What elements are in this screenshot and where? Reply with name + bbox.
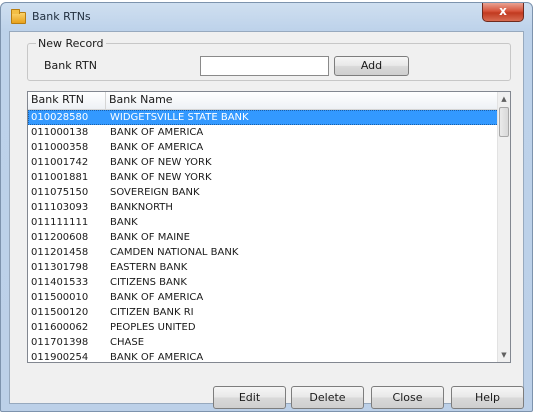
bank-rtn-list[interactable]: Bank RTN Bank Name 010028580 WIDGETSVILLE… bbox=[27, 91, 511, 363]
add-button[interactable]: Add bbox=[334, 56, 409, 76]
bank-name-cell: CITIZENS BANK bbox=[110, 277, 187, 288]
table-row[interactable]: 010028580 WIDGETSVILLE STATE BANK bbox=[28, 110, 499, 125]
new-record-legend: New Record bbox=[36, 37, 106, 50]
bank-name-cell: CAMDEN NATIONAL BANK bbox=[110, 247, 239, 258]
bank-rtns-window: Bank RTNs x New Record Bank RTN Add Bank… bbox=[0, 2, 533, 412]
window-title: Bank RTNs bbox=[32, 10, 91, 23]
bank-rtn-cell: 011111111 bbox=[31, 217, 89, 228]
table-row[interactable]: 011103093 BANKNORTH bbox=[28, 200, 499, 215]
table-row[interactable]: 011001742 BANK OF NEW YORK bbox=[28, 155, 499, 170]
bank-rtn-cell: 011401533 bbox=[31, 277, 89, 288]
bank-name-cell: BANK bbox=[110, 217, 138, 228]
window-close-button[interactable]: x bbox=[482, 3, 524, 22]
edit-button[interactable]: Edit bbox=[213, 386, 286, 409]
scroll-up-icon[interactable]: ▲ bbox=[498, 92, 510, 106]
delete-button[interactable]: Delete bbox=[291, 386, 364, 409]
bank-rtn-cell: 011001881 bbox=[31, 172, 89, 183]
title-bar[interactable]: Bank RTNs x bbox=[1, 3, 532, 31]
help-button[interactable]: Help bbox=[451, 386, 524, 409]
table-row[interactable]: 011401533 CITIZENS BANK bbox=[28, 275, 499, 290]
vertical-scrollbar[interactable]: ▲ ▼ bbox=[497, 92, 510, 362]
table-row[interactable]: 011301798 EASTERN BANK bbox=[28, 260, 499, 275]
bank-name-cell: BANK OF AMERICA bbox=[110, 352, 204, 363]
bank-rtn-cell: 011600062 bbox=[31, 322, 89, 333]
bank-name-cell: BANK OF AMERICA bbox=[110, 292, 204, 303]
scroll-down-icon[interactable]: ▼ bbox=[498, 348, 510, 362]
table-row[interactable]: 011000358 BANK OF AMERICA bbox=[28, 140, 499, 155]
bank-name-cell: CITIZEN BANK RI bbox=[110, 307, 194, 318]
bank-name-cell: PEOPLES UNITED bbox=[110, 322, 196, 333]
table-row[interactable]: 011075150 SOVEREIGN BANK bbox=[28, 185, 499, 200]
table-row[interactable]: 011701398 CHASE bbox=[28, 335, 499, 350]
table-row[interactable]: 011201458 CAMDEN NATIONAL BANK bbox=[28, 245, 499, 260]
column-header-bank-name[interactable]: Bank Name bbox=[106, 92, 499, 109]
bank-rtn-cell: 011000138 bbox=[31, 127, 89, 138]
bank-rtn-cell: 011701398 bbox=[31, 337, 89, 348]
bank-rtn-cell: 011075150 bbox=[31, 187, 89, 198]
bank-rtn-cell: 011900254 bbox=[31, 352, 89, 363]
close-button[interactable]: Close bbox=[371, 386, 444, 409]
table-row[interactable]: 011001881 BANK OF NEW YORK bbox=[28, 170, 499, 185]
table-row[interactable]: 011200608 BANK OF MAINE bbox=[28, 230, 499, 245]
bank-name-cell: BANK OF MAINE bbox=[110, 232, 190, 243]
bank-rtn-cell: 010028580 bbox=[31, 112, 89, 123]
bank-rtn-label: Bank RTN bbox=[44, 59, 97, 72]
bank-rtn-cell: 011500120 bbox=[31, 307, 89, 318]
bank-rtn-cell: 011000358 bbox=[31, 142, 89, 153]
bank-name-cell: WIDGETSVILLE STATE BANK bbox=[110, 112, 249, 123]
bank-rtn-cell: 011103093 bbox=[31, 202, 89, 213]
bank-rtn-input[interactable] bbox=[200, 56, 329, 76]
bank-name-cell: SOVEREIGN BANK bbox=[110, 187, 200, 198]
scroll-thumb[interactable] bbox=[499, 107, 509, 137]
bank-name-cell: EASTERN BANK bbox=[110, 262, 188, 273]
bank-name-cell: BANK OF NEW YORK bbox=[110, 172, 212, 183]
dialog-body: New Record Bank RTN Add Bank RTN Bank Na… bbox=[9, 31, 524, 409]
bank-name-cell: BANK OF AMERICA bbox=[110, 127, 204, 138]
table-row[interactable]: 011500120 CITIZEN BANK RI bbox=[28, 305, 499, 320]
table-row[interactable]: 011111111 BANK bbox=[28, 215, 499, 230]
table-row[interactable]: 011500010 BANK OF AMERICA bbox=[28, 290, 499, 305]
table-row[interactable]: 011000138 BANK OF AMERICA bbox=[28, 125, 499, 140]
bank-name-cell: BANK OF AMERICA bbox=[110, 142, 204, 153]
bank-rtn-cell: 011500010 bbox=[31, 292, 89, 303]
bank-name-cell: BANK OF NEW YORK bbox=[110, 157, 212, 168]
column-header-bank-rtn[interactable]: Bank RTN bbox=[28, 92, 106, 109]
bank-rtn-cell: 011301798 bbox=[31, 262, 89, 273]
bank-name-cell: CHASE bbox=[110, 337, 145, 348]
list-rows: 010028580 WIDGETSVILLE STATE BANK 01100013… bbox=[28, 110, 499, 363]
table-row[interactable]: 011600062 PEOPLES UNITED bbox=[28, 320, 499, 335]
table-row[interactable]: 011900254 BANK OF AMERICA bbox=[28, 350, 499, 363]
list-header: Bank RTN Bank Name bbox=[28, 92, 499, 110]
bank-rtn-cell: 011201458 bbox=[31, 247, 89, 258]
bank-name-cell: BANKNORTH bbox=[110, 202, 173, 213]
new-record-group: New Record Bank RTN Add bbox=[27, 37, 511, 81]
bank-rtn-cell: 011200608 bbox=[31, 232, 89, 243]
folder-icon bbox=[11, 9, 26, 24]
bank-rtn-cell: 011001742 bbox=[31, 157, 89, 168]
